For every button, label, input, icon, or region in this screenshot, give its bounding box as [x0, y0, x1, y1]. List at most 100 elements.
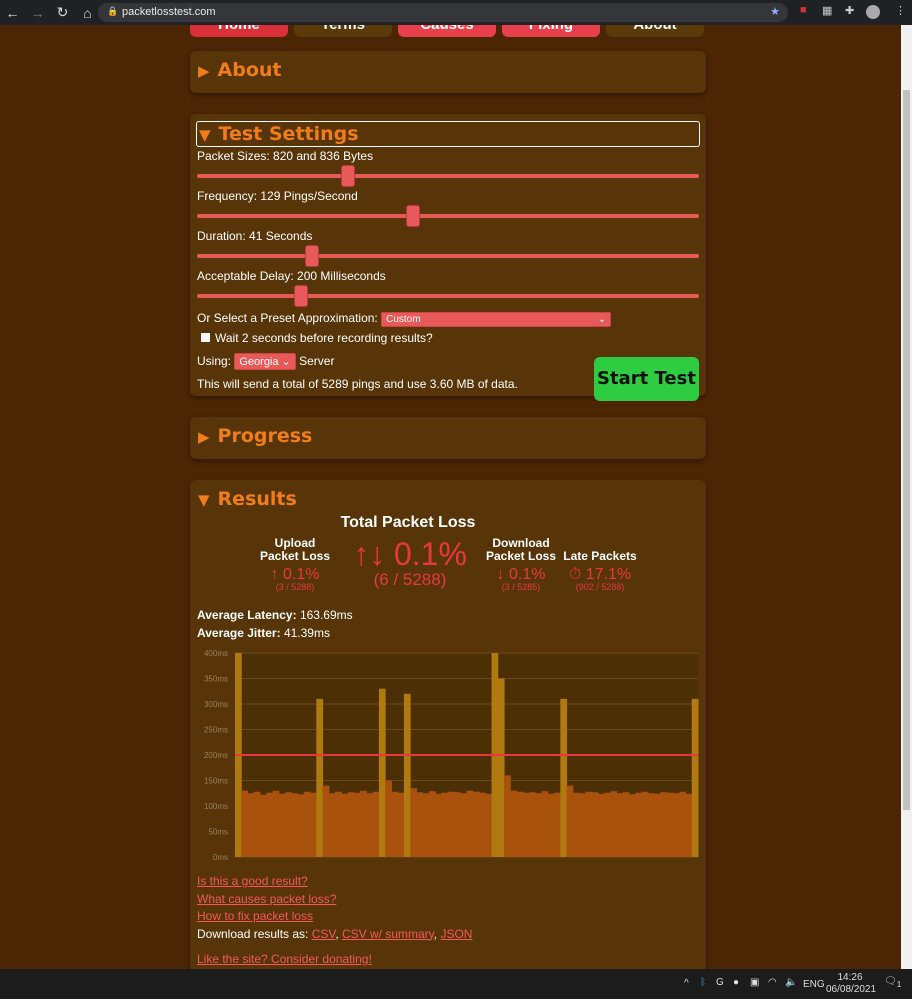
- preset-label: Or Select a Preset Approximation:: [197, 311, 378, 325]
- preset-select[interactable]: Custom ⌄: [381, 312, 612, 327]
- server-select[interactable]: Georgia ⌄: [234, 353, 296, 370]
- bookmark-star-icon[interactable]: ★: [770, 5, 780, 18]
- collapse-icon: ▼: [199, 126, 211, 144]
- download-label: Download results as:: [197, 926, 309, 941]
- csv-summary-link[interactable]: CSV w/ summary: [342, 927, 434, 941]
- server-suffix: Server: [299, 354, 335, 368]
- clock[interactable]: 14:26 06/08/2021: [826, 972, 876, 996]
- latency-bar: [310, 792, 317, 857]
- latency-bar: [629, 794, 636, 857]
- panel-title: About: [217, 59, 282, 81]
- settings-toggle[interactable]: ▼ Test Settings: [196, 121, 700, 147]
- latency-bar: [335, 791, 342, 857]
- y-tick-label: 50ms: [208, 828, 228, 837]
- latency-bar: [547, 793, 555, 857]
- bluetooth-icon[interactable]: ᛒ: [700, 977, 706, 988]
- nav-terms[interactable]: Terms: [294, 25, 392, 37]
- scrollbar[interactable]: [901, 25, 912, 969]
- latency-bar: [485, 793, 493, 857]
- home-icon[interactable]: ⌂: [75, 5, 100, 21]
- latency-bar: [353, 792, 361, 857]
- latency-bar: [516, 791, 524, 857]
- latency-bar: [566, 785, 574, 857]
- slider-thumb[interactable]: [341, 165, 355, 187]
- avatar[interactable]: [866, 5, 880, 19]
- latency-bar: [641, 791, 649, 857]
- about-toggle[interactable]: ▶ About: [190, 51, 706, 81]
- latency-value: 163.69ms: [299, 608, 353, 622]
- logitech-icon[interactable]: G: [716, 977, 724, 988]
- latency-bar: [372, 791, 380, 857]
- wifi-icon[interactable]: ◠: [768, 977, 777, 988]
- y-tick-label: 0ms: [213, 853, 228, 862]
- causes-link[interactable]: What causes packet loss?: [197, 892, 336, 906]
- reload-icon[interactable]: ↻: [50, 4, 75, 21]
- tray-chevron-icon[interactable]: ^: [684, 978, 689, 989]
- latency-bar: [241, 790, 249, 857]
- ublock-icon[interactable]: ■: [800, 4, 807, 16]
- scrollbar-thumb[interactable]: [903, 90, 910, 810]
- results-toggle[interactable]: ▼ Results: [190, 480, 706, 510]
- nav-about[interactable]: About: [606, 25, 704, 37]
- latency-bar: [666, 792, 674, 857]
- latency-bar: [616, 793, 624, 857]
- latency-bar: [378, 688, 386, 857]
- results-panel: ▼ Results Total Packet Loss Upload Packet …: [190, 480, 706, 980]
- device-icon[interactable]: ▣: [750, 977, 759, 988]
- delay-slider[interactable]: [197, 285, 699, 307]
- steam-icon[interactable]: ●: [733, 977, 739, 988]
- packet-sizes-label: Packet Sizes: 820 and 836 Bytes: [197, 149, 374, 163]
- latency-bar: [579, 793, 586, 857]
- csv-link[interactable]: CSV: [312, 927, 336, 941]
- nav-home[interactable]: Home: [190, 25, 288, 37]
- frequency-slider[interactable]: [197, 205, 699, 227]
- y-tick-label: 150ms: [204, 777, 228, 786]
- latency-bar: [472, 791, 480, 857]
- nav-causes[interactable]: Causes: [398, 25, 496, 37]
- start-test-button[interactable]: Start Test: [594, 357, 699, 401]
- latency-bar: [691, 698, 699, 857]
- slider-thumb[interactable]: [305, 245, 319, 267]
- duration-slider[interactable]: [197, 245, 699, 267]
- about-panel: ▶ About: [190, 51, 706, 93]
- menu-icon[interactable]: ⋮: [895, 4, 906, 17]
- latency-bar: [497, 678, 505, 857]
- good-result-link[interactable]: Is this a good result?: [197, 874, 308, 888]
- latency-bar: [591, 792, 599, 857]
- total-count: (6 / 5288): [373, 570, 447, 589]
- wait-label: Wait 2 seconds before recording results?: [215, 331, 433, 345]
- latency-bar: [560, 698, 568, 857]
- latency-bar: [522, 792, 530, 857]
- json-link[interactable]: JSON: [440, 927, 472, 941]
- wait-checkbox[interactable]: [201, 333, 210, 342]
- extension-icon[interactable]: ▦: [822, 4, 832, 17]
- latency-bar: [385, 780, 392, 857]
- latency-bar: [535, 793, 543, 857]
- latency-bar: [441, 792, 449, 857]
- slider-thumb[interactable]: [406, 205, 420, 227]
- language-indicator[interactable]: ENG: [803, 979, 825, 990]
- panel-title: Results: [217, 488, 297, 510]
- expand-icon: ▶: [198, 428, 210, 446]
- y-tick-label: 200ms: [204, 751, 228, 760]
- notification-icon[interactable]: 🗨1: [884, 976, 901, 989]
- latency-bar: [447, 791, 455, 857]
- nav-label: About: [633, 25, 676, 33]
- address-bar[interactable]: 🔒 packetlosstest.com ★: [98, 3, 788, 22]
- packet-sizes-slider[interactable]: [197, 165, 699, 187]
- back-icon[interactable]: ←: [0, 5, 25, 21]
- y-tick-label: 300ms: [204, 700, 228, 709]
- total-title: Total Packet Loss: [340, 514, 476, 531]
- donate-link[interactable]: Like the site? Consider donating!: [197, 952, 372, 966]
- panel-title: Progress: [217, 425, 313, 447]
- latency-bar: [303, 791, 311, 857]
- slider-thumb[interactable]: [294, 285, 308, 307]
- download-count: (3 / 5285): [501, 582, 541, 592]
- browser-toolbar: ← → ↻ ⌂ 🔒 packetlosstest.com ★ ■ ▦ ✚ ⋮: [0, 0, 912, 25]
- forward-icon[interactable]: →: [25, 5, 50, 21]
- puzzle-icon[interactable]: ✚: [845, 4, 854, 17]
- progress-toggle[interactable]: ▶ Progress: [190, 417, 706, 447]
- volume-icon[interactable]: 🔈: [785, 977, 797, 988]
- fix-link[interactable]: How to fix packet loss: [197, 909, 313, 923]
- nav-fixing[interactable]: Fixing: [502, 25, 600, 37]
